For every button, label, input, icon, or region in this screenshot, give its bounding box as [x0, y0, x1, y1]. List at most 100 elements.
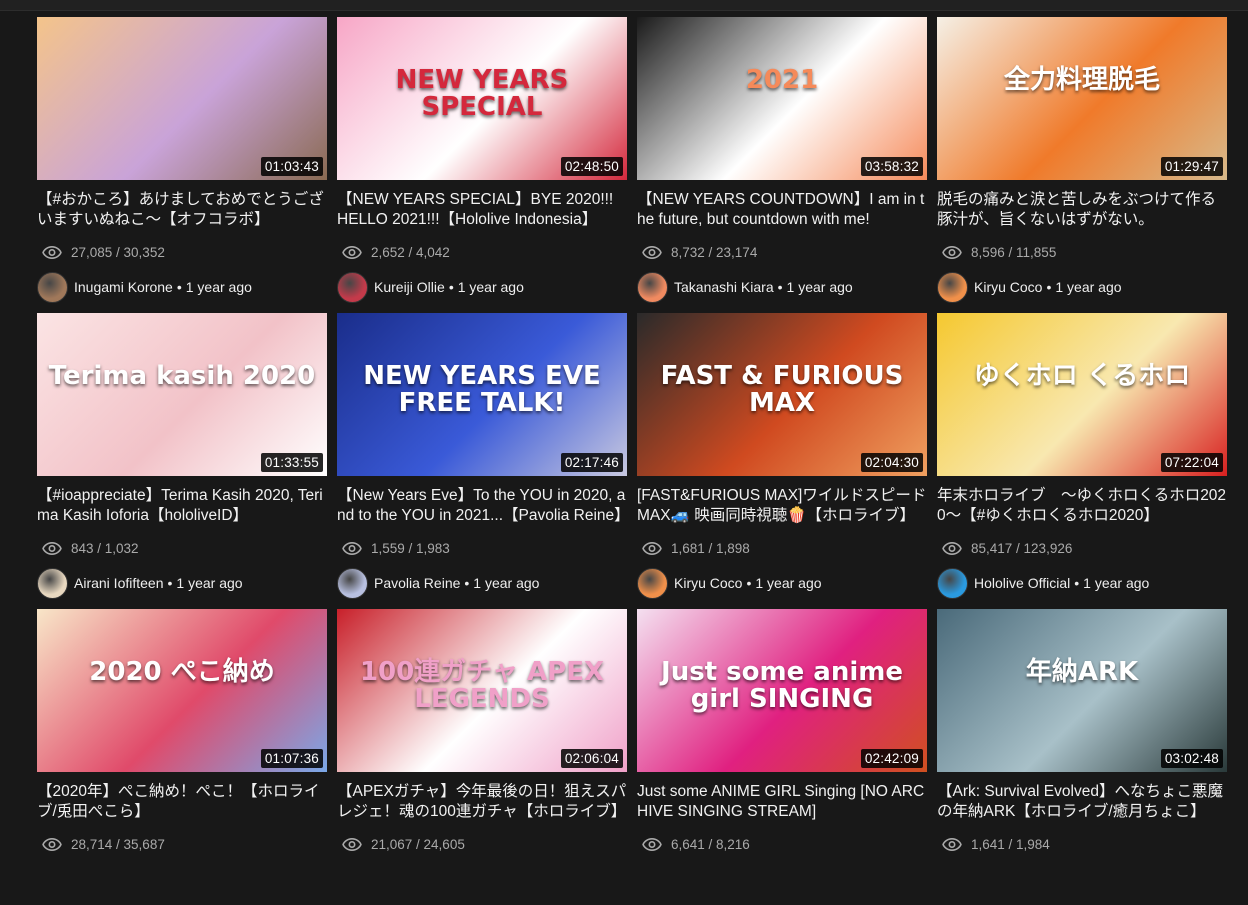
thumbnail-caption: 100連ガチャ APEX LEGENDS	[359, 657, 605, 715]
upload-age: 1 year ago	[457, 279, 524, 295]
view-count-text: 843 / 1,032	[71, 540, 139, 556]
thumbnail-caption: 2021	[745, 65, 819, 95]
eye-icon	[642, 245, 662, 259]
video-thumbnail[interactable]: 年納ARK 03:02:48	[937, 609, 1227, 772]
avatar[interactable]	[37, 567, 68, 599]
video-thumbnail[interactable]: NEW YEARS EVE FREE TALK! 02:17:46	[337, 313, 627, 476]
video-thumbnail[interactable]: 2020 ぺこ納め 01:07:36	[37, 609, 327, 772]
top-bar	[0, 0, 1248, 11]
video-thumbnail[interactable]: FAST & FURIOUS MAX 02:04:30	[637, 313, 927, 476]
video-title[interactable]: 【New Years Eve】To the YOU in 2020, and t…	[337, 486, 627, 526]
view-count: 8,596 / 11,855	[937, 242, 1227, 262]
duration-badge: 02:17:46	[560, 453, 623, 472]
video-card[interactable]: NEW YEARS EVE FREE TALK! 02:17:46 【New Y…	[337, 313, 627, 609]
video-card[interactable]: 全力料理脱毛 01:29:47 脱毛の痛みと涙と苦しみをぶつけて作る豚汁が、旨く…	[937, 17, 1227, 313]
upload-age: 1 year ago	[185, 279, 252, 295]
video-title[interactable]: 【#おかころ】あけましておめでとうございますいぬねこ～【オフコラボ】	[37, 190, 327, 230]
thumbnail-caption: NEW YEARS SPECIAL	[395, 65, 569, 123]
video-title[interactable]: [FAST&FURIOUS MAX]ワイルドスピードMAX🚙 映画同時視聴🍿【ホ…	[637, 486, 927, 526]
view-count-text: 28,714 / 35,687	[71, 836, 165, 852]
video-card[interactable]: 100連ガチャ APEX LEGENDS 02:06:04 【APEXガチャ】今…	[337, 609, 627, 905]
video-title[interactable]: 【NEW YEARS COUNTDOWN】I am in the future,…	[637, 190, 927, 230]
eye-icon	[642, 837, 662, 851]
thumbnail-caption: FAST & FURIOUS MAX	[660, 361, 904, 419]
channel-name[interactable]: Airani Iofifteen	[74, 575, 164, 591]
upload-age: 1 year ago	[473, 575, 540, 591]
avatar[interactable]	[937, 271, 968, 303]
video-thumbnail[interactable]: 100連ガチャ APEX LEGENDS 02:06:04	[337, 609, 627, 772]
video-card[interactable]: NEW YEARS SPECIAL 02:48:50 【NEW YEARS SP…	[337, 17, 627, 313]
avatar[interactable]	[637, 271, 668, 303]
channel-name[interactable]: Hololive Official	[974, 575, 1070, 591]
view-count-text: 27,085 / 30,352	[71, 244, 165, 260]
avatar[interactable]	[337, 567, 368, 599]
video-card[interactable]: Terima kasih 2020 01:33:55 【#ioappreciat…	[37, 313, 327, 609]
avatar[interactable]	[337, 271, 368, 303]
video-thumbnail[interactable]: Just some anime girl SINGING 02:42:09	[637, 609, 927, 772]
duration-badge: 02:04:30	[860, 453, 923, 472]
video-title[interactable]: 脱毛の痛みと涙と苦しみをぶつけて作る豚汁が、旨くないはずがない。	[937, 190, 1227, 230]
duration-badge: 01:29:47	[1160, 157, 1223, 176]
channel-name[interactable]: Kiryu Coco	[974, 279, 1042, 295]
view-count-text: 6,641 / 8,216	[671, 836, 750, 852]
upload-age: 1 year ago	[755, 575, 822, 591]
video-title[interactable]: 【2020年】ぺこ納め！ぺこ！【ホロライブ/兎田ぺこら】	[37, 782, 327, 822]
video-title[interactable]: 【NEW YEARS SPECIAL】BYE 2020!!! HELLO 202…	[337, 190, 627, 230]
thumbnail-art	[37, 17, 327, 180]
separator-dot: •	[777, 279, 783, 295]
eye-icon	[42, 541, 62, 555]
video-title[interactable]: 【Ark: Survival Evolved】へなちょこ悪魔の年納ARK【ホロラ…	[937, 782, 1227, 822]
duration-badge: 01:03:43	[260, 157, 323, 176]
video-card[interactable]: 2021 03:58:32 【NEW YEARS COUNTDOWN】I am …	[637, 17, 927, 313]
view-count-text: 85,417 / 123,926	[971, 540, 1073, 556]
upload-age: 1 year ago	[176, 575, 243, 591]
video-thumbnail[interactable]: 01:03:43	[37, 17, 327, 180]
channel-name[interactable]: Inugami Korone	[74, 279, 173, 295]
video-title[interactable]: 【#ioappreciate】Terima Kasih 2020, Terima…	[37, 486, 327, 526]
video-card[interactable]: FAST & FURIOUS MAX 02:04:30 [FAST&FURIOU…	[637, 313, 927, 609]
view-count: 1,641 / 1,984	[937, 834, 1227, 854]
avatar[interactable]	[37, 271, 68, 303]
eye-icon	[642, 541, 662, 555]
video-thumbnail[interactable]: 2021 03:58:32	[637, 17, 927, 180]
view-count: 1,559 / 1,983	[337, 538, 627, 558]
video-thumbnail[interactable]: NEW YEARS SPECIAL 02:48:50	[337, 17, 627, 180]
channel-name[interactable]: Pavolia Reine	[374, 575, 460, 591]
view-count: 21,067 / 24,605	[337, 834, 627, 854]
eye-icon	[42, 245, 62, 259]
channel-name[interactable]: Kureiji Ollie	[374, 279, 445, 295]
channel-row: Hololive Official • 1 year ago	[937, 567, 1227, 599]
video-thumbnail[interactable]: 全力料理脱毛 01:29:47	[937, 17, 1227, 180]
video-card[interactable]: 01:03:43 【#おかころ】あけましておめでとうございますいぬねこ～【オフコ…	[37, 17, 327, 313]
avatar[interactable]	[937, 567, 968, 599]
view-count: 2,652 / 4,042	[337, 242, 627, 262]
channel-name[interactable]: Kiryu Coco	[674, 575, 742, 591]
video-thumbnail[interactable]: ゆくホロ くるホロ 07:22:04	[937, 313, 1227, 476]
avatar[interactable]	[637, 567, 668, 599]
thumbnail-caption: 全力料理脱毛	[1003, 65, 1160, 95]
video-title[interactable]: 年末ホロライブ ～ゆくホロくるホロ2020～【#ゆくホロくるホロ2020】	[937, 486, 1227, 526]
view-count-text: 21,067 / 24,605	[371, 836, 465, 852]
video-card[interactable]: 2020 ぺこ納め 01:07:36 【2020年】ぺこ納め！ぺこ！【ホロライブ…	[37, 609, 327, 905]
video-card[interactable]: 年納ARK 03:02:48 【Ark: Survival Evolved】へな…	[937, 609, 1227, 905]
thumbnail-art	[37, 313, 327, 476]
eye-icon	[942, 541, 962, 555]
upload-age: 1 year ago	[1083, 575, 1150, 591]
video-card[interactable]: Just some anime girl SINGING 02:42:09 Ju…	[637, 609, 927, 905]
upload-age: 1 year ago	[1055, 279, 1122, 295]
video-thumbnail[interactable]: Terima kasih 2020 01:33:55	[37, 313, 327, 476]
video-card[interactable]: ゆくホロ くるホロ 07:22:04 年末ホロライブ ～ゆくホロくるホロ2020…	[937, 313, 1227, 609]
separator-dot: •	[1074, 575, 1080, 591]
thumbnail-caption: 年納ARK	[1025, 657, 1139, 687]
duration-badge: 03:02:48	[1160, 749, 1223, 768]
eye-icon	[342, 837, 362, 851]
eye-icon	[342, 245, 362, 259]
duration-badge: 07:22:04	[1160, 453, 1223, 472]
video-title[interactable]: 【APEXガチャ】今年最後の日！狙えスパレジェ！魂の100連ガチャ【ホロライブ】	[337, 782, 627, 822]
duration-badge: 02:48:50	[560, 157, 623, 176]
video-title[interactable]: Just some ANIME GIRL Singing [NO ARCHIVE…	[637, 782, 927, 822]
channel-name[interactable]: Takanashi Kiara	[674, 279, 774, 295]
view-count-text: 1,681 / 1,898	[671, 540, 750, 556]
channel-row: Airani Iofifteen • 1 year ago	[37, 567, 327, 599]
upload-age: 1 year ago	[786, 279, 853, 295]
